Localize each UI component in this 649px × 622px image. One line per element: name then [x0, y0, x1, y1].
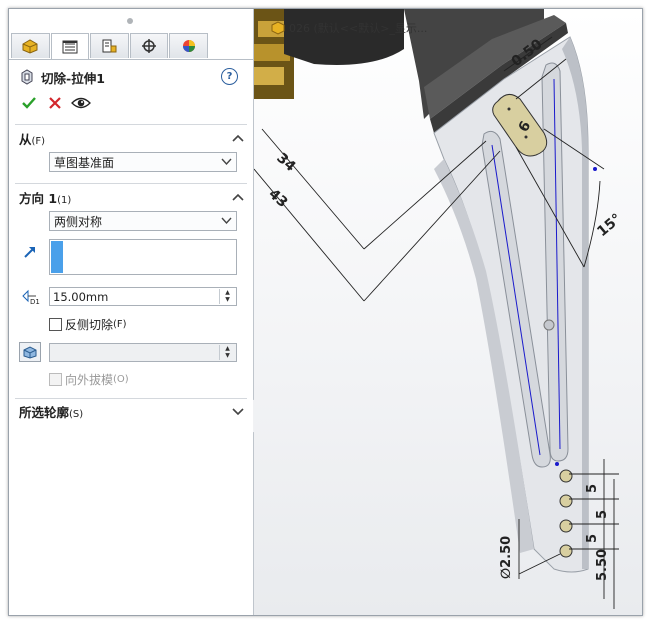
small-hole — [543, 319, 555, 331]
appearance-icon — [182, 40, 195, 52]
extruded-cut-icon — [21, 69, 33, 85]
chevron-down-icon — [221, 215, 232, 229]
configuration-tab[interactable] — [90, 33, 129, 58]
part-tree-icon — [22, 39, 38, 54]
end-condition-select[interactable]: 两侧对称 — [49, 211, 237, 231]
draft-toggle-button[interactable] — [19, 342, 41, 362]
chevron-down-icon[interactable] — [231, 404, 245, 418]
dim-label: 34 — [273, 150, 298, 175]
direction-vector-list[interactable] — [49, 239, 237, 275]
part-icon — [271, 21, 285, 35]
sketch-point[interactable] — [555, 462, 559, 466]
configuration-icon — [102, 39, 117, 53]
from-section-header[interactable]: 从(F) — [19, 129, 245, 147]
property-list-icon — [62, 40, 78, 53]
direction-section-header[interactable]: 方向 1(1) — [19, 188, 245, 206]
chevron-down-icon — [221, 156, 232, 170]
from-section-label: 从 — [19, 131, 32, 147]
reverse-direction-button[interactable] — [19, 242, 41, 262]
model-canvas: 0.50 6 34 43 15° 5 5 5 ∅2.50 5.50 — [254, 9, 625, 609]
feature-title-row: 切除-拉伸1 ? — [19, 67, 244, 87]
from-select[interactable]: 草图基准面 — [49, 152, 237, 172]
property-manager-panel: 切除-拉伸1 ? 从(F) 草图基准面 方向 1(1) 两侧对称 D1 15.0… — [9, 9, 254, 615]
flip-side-label: 反侧切除 — [65, 318, 114, 332]
help-icon[interactable]: ? — [221, 68, 238, 85]
direction-section-label: 方向 1 — [19, 190, 58, 206]
depth-spinner[interactable]: ▲ ▼ — [219, 289, 235, 304]
dim-label: 5.50 — [595, 549, 610, 581]
divider — [15, 398, 247, 399]
close-icon — [49, 97, 61, 109]
draft-angle-input[interactable]: ▲ ▼ — [49, 343, 237, 362]
from-select-value: 草图基准面 — [54, 155, 115, 170]
dimxpert-tab[interactable] — [129, 33, 169, 58]
draft-outward-checkbox[interactable]: 向外拔模 (O) — [49, 371, 129, 388]
sketch-point[interactable] — [593, 167, 597, 171]
draft-icon — [23, 346, 37, 359]
propertymanager-tab[interactable] — [50, 33, 90, 59]
spin-down-icon[interactable]: ▼ — [220, 296, 235, 303]
checkmark-icon — [22, 97, 36, 109]
appearance-tab[interactable] — [169, 33, 208, 58]
panel-grip[interactable] — [127, 18, 133, 24]
chevron-up-icon[interactable] — [231, 131, 245, 145]
spin-up-icon[interactable]: ▲ — [220, 289, 235, 296]
draft-outward-key: (O) — [113, 374, 129, 385]
manager-tabs — [11, 33, 209, 59]
end-condition-value: 两侧对称 — [54, 214, 103, 229]
feature-title: 切除-拉伸1 — [41, 70, 105, 86]
chevron-up-icon[interactable] — [231, 190, 245, 204]
crosshair-icon — [142, 39, 157, 53]
divider — [15, 183, 247, 184]
dim-label: 15° — [594, 211, 625, 240]
action-buttons — [19, 93, 97, 113]
detailed-preview-button[interactable] — [71, 93, 91, 113]
dim-label: 5 — [595, 510, 610, 519]
checkbox-box[interactable] — [49, 318, 62, 331]
list-selection-marker — [51, 241, 63, 273]
divider — [15, 124, 247, 125]
direction-arrow-icon — [24, 247, 35, 258]
depth-value: 15.00mm — [53, 289, 109, 304]
tab-divider — [9, 59, 253, 60]
cancel-button[interactable] — [45, 93, 65, 113]
dim-label: 5 — [585, 534, 600, 543]
breadcrumb[interactable]: 026 (默认<<默认>_显示... — [271, 20, 427, 36]
direction-section-key: (1) — [57, 194, 72, 206]
depth-dimension-icon: D1 — [22, 289, 40, 305]
from-section-key: (F) — [31, 135, 46, 147]
svg-text:D1: D1 — [30, 298, 40, 305]
depth-icon-holder: D1 — [19, 286, 41, 306]
featuremanager-tab[interactable] — [11, 33, 50, 58]
solidworks-window: 切除-拉伸1 ? 从(F) 草图基准面 方向 1(1) 两侧对称 D1 15.0… — [8, 8, 643, 616]
graphics-viewport[interactable]: 0.50 6 34 43 15° 5 5 5 ∅2.50 5.50 — [254, 9, 642, 615]
spin-down-icon[interactable]: ▼ — [220, 352, 235, 359]
selected-contours-label: 所选轮廓 — [19, 404, 70, 420]
dim-label: ∅2.50 — [499, 536, 514, 579]
breadcrumb-text: 026 (默认<<默认>_显示... — [289, 22, 428, 35]
eye-icon — [71, 97, 91, 109]
draft-spinner[interactable]: ▲ ▼ — [219, 345, 235, 360]
dim-label: 5 — [585, 484, 600, 493]
flip-side-key: (F) — [113, 319, 127, 330]
ok-button[interactable] — [19, 93, 39, 113]
spin-up-icon[interactable]: ▲ — [220, 345, 235, 352]
depth-input[interactable]: 15.00mm ▲ ▼ — [49, 287, 237, 306]
flip-side-checkbox[interactable]: 反侧切除 (F) — [49, 316, 127, 333]
selected-contours-key: (S) — [69, 408, 84, 420]
dim-label: 43 — [265, 186, 290, 211]
draft-outward-label: 向外拔模 — [65, 373, 114, 387]
checkbox-box[interactable] — [49, 373, 62, 386]
selected-contours-header[interactable]: 所选轮廓(S) — [19, 402, 245, 420]
